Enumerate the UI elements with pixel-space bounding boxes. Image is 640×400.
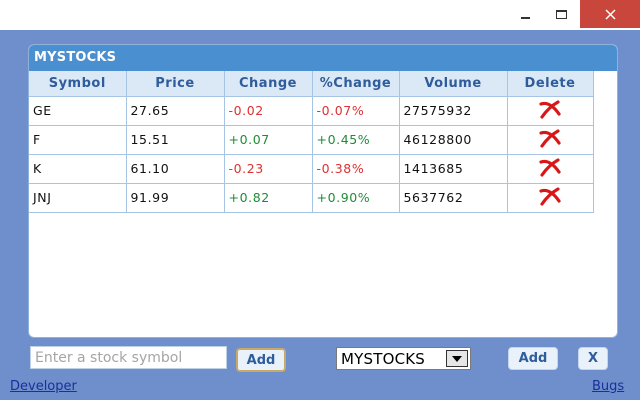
price-cell: 61.10 <box>126 154 225 184</box>
column-header-pct-change[interactable]: %Change <box>312 71 400 97</box>
dropdown-arrow-icon[interactable] <box>446 350 468 367</box>
change-cell: +0.07 <box>224 125 313 155</box>
remove-list-button[interactable]: X <box>578 347 608 370</box>
column-header-change[interactable]: Change <box>224 71 313 97</box>
pct-change-cell: +0.90% <box>312 183 400 213</box>
change-cell: +0.82 <box>224 183 313 213</box>
table-row: F 15.51 +0.07 +0.45% 46128800 <box>29 125 594 155</box>
table-row: JNJ 91.99 +0.82 +0.90% 5637762 <box>29 183 594 213</box>
delete-cell <box>507 183 594 213</box>
pct-change-cell: -0.07% <box>312 96 400 126</box>
stocks-panel: MYSTOCKS Symbol Price Change %Change Vol… <box>28 44 618 338</box>
window-titlebar <box>0 0 640 30</box>
delete-x-icon[interactable] <box>538 99 562 122</box>
pct-change-cell: +0.45% <box>312 125 400 155</box>
close-icon <box>604 8 616 20</box>
developer-link[interactable]: Developer <box>10 379 77 394</box>
change-cell: -0.23 <box>224 154 313 184</box>
column-header-price[interactable]: Price <box>126 71 225 97</box>
column-header-symbol[interactable]: Symbol <box>29 71 127 97</box>
table-header-row: Symbol Price Change %Change Volume Delet… <box>29 71 594 97</box>
delete-cell <box>507 96 594 126</box>
panel-title: MYSTOCKS <box>29 45 617 71</box>
symbol-cell[interactable]: F <box>29 125 127 155</box>
delete-x-icon[interactable] <box>538 128 562 151</box>
delete-cell <box>507 125 594 155</box>
bugs-link[interactable]: Bugs <box>592 379 624 394</box>
price-cell: 27.65 <box>126 96 225 126</box>
delete-x-icon[interactable] <box>538 157 562 180</box>
table-row: GE 27.65 -0.02 -0.07% 27575932 <box>29 96 594 126</box>
maximize-icon <box>555 9 567 19</box>
volume-cell: 1413685 <box>399 154 508 184</box>
symbol-cell[interactable]: GE <box>29 96 127 126</box>
list-select-value: MYSTOCKS <box>341 349 426 368</box>
change-cell: -0.02 <box>224 96 313 126</box>
table-row: K 61.10 -0.23 -0.38% 1413685 <box>29 154 594 184</box>
delete-x-icon[interactable] <box>538 186 562 209</box>
close-button[interactable] <box>580 0 640 28</box>
table-scroll-gutter <box>592 71 617 337</box>
delete-cell <box>507 154 594 184</box>
volume-cell: 27575932 <box>399 96 508 126</box>
volume-cell: 46128800 <box>399 125 508 155</box>
volume-cell: 5637762 <box>399 183 508 213</box>
pct-change-cell: -0.38% <box>312 154 400 184</box>
add-list-button[interactable]: Add <box>508 347 558 370</box>
minimize-button[interactable] <box>508 0 542 28</box>
symbol-cell[interactable]: JNJ <box>29 183 127 213</box>
column-header-volume[interactable]: Volume <box>399 71 508 97</box>
column-header-delete: Delete <box>507 71 594 97</box>
stocks-table: Symbol Price Change %Change Volume Delet… <box>29 71 594 213</box>
price-cell: 15.51 <box>126 125 225 155</box>
symbol-cell[interactable]: K <box>29 154 127 184</box>
price-cell: 91.99 <box>126 183 225 213</box>
add-symbol-button[interactable]: Add <box>236 348 286 372</box>
minimize-icon <box>520 17 530 19</box>
stock-symbol-input[interactable] <box>30 346 227 369</box>
list-select[interactable]: MYSTOCKS <box>336 347 471 370</box>
maximize-button[interactable] <box>543 0 579 28</box>
